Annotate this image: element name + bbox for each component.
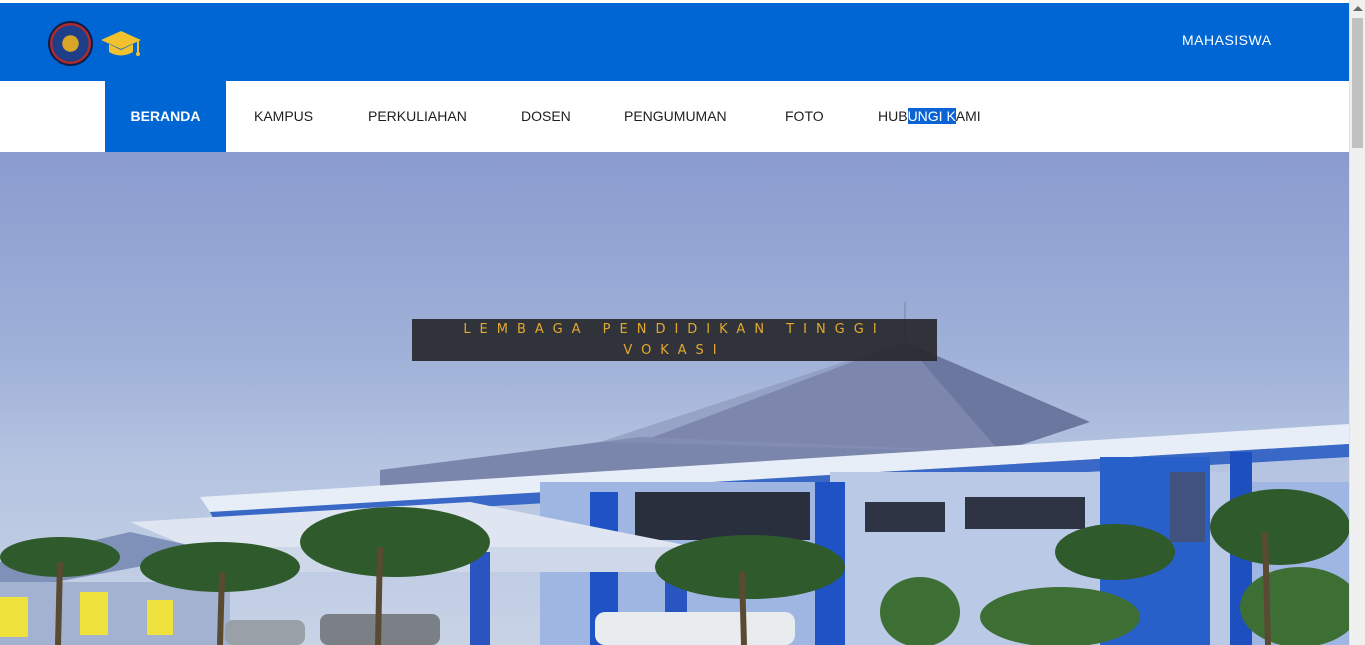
vertical-scrollbar[interactable] <box>1349 0 1365 645</box>
nav-hubungi-kami[interactable]: HUBUNGI KAMI <box>878 81 981 152</box>
university-seal-icon[interactable] <box>48 21 93 66</box>
campus-building-image <box>0 302 1349 645</box>
mahasiswa-link[interactable]: MAHASISWA <box>1182 32 1272 48</box>
nav-hubungi-pre: HUB <box>878 108 908 124</box>
main-nav: BERANDA KAMPUS PERKULIAHAN DOSEN PENGUMU… <box>0 81 1349 152</box>
nav-dosen[interactable]: DOSEN <box>521 81 571 152</box>
nav-hubungi-post: AMI <box>955 108 981 124</box>
hero-banner: LEMBAGA PENDIDIKAN TINGGI VOKASI <box>0 152 1349 645</box>
nav-foto[interactable]: FOTO <box>785 81 824 152</box>
top-header: MAHASISWA <box>0 3 1349 81</box>
hero-caption-line1: LEMBAGA PENDIDIKAN TINGGI <box>463 322 886 337</box>
nav-beranda[interactable]: BERANDA <box>105 81 226 152</box>
nav-kampus[interactable]: KAMPUS <box>254 81 313 152</box>
nav-perkuliahan[interactable]: PERKULIAHAN <box>368 81 467 152</box>
hero-caption: LEMBAGA PENDIDIKAN TINGGI VOKASI <box>412 319 937 361</box>
hero-caption-line2: VOKASI <box>623 343 726 358</box>
graduation-cap-icon[interactable] <box>100 29 142 59</box>
scroll-up-icon[interactable] <box>1353 6 1363 11</box>
nav-pengumuman[interactable]: PENGUMUMAN <box>624 81 727 152</box>
nav-hubungi-selected-text: UNGI K <box>907 108 956 124</box>
scroll-thumb[interactable] <box>1352 18 1363 148</box>
